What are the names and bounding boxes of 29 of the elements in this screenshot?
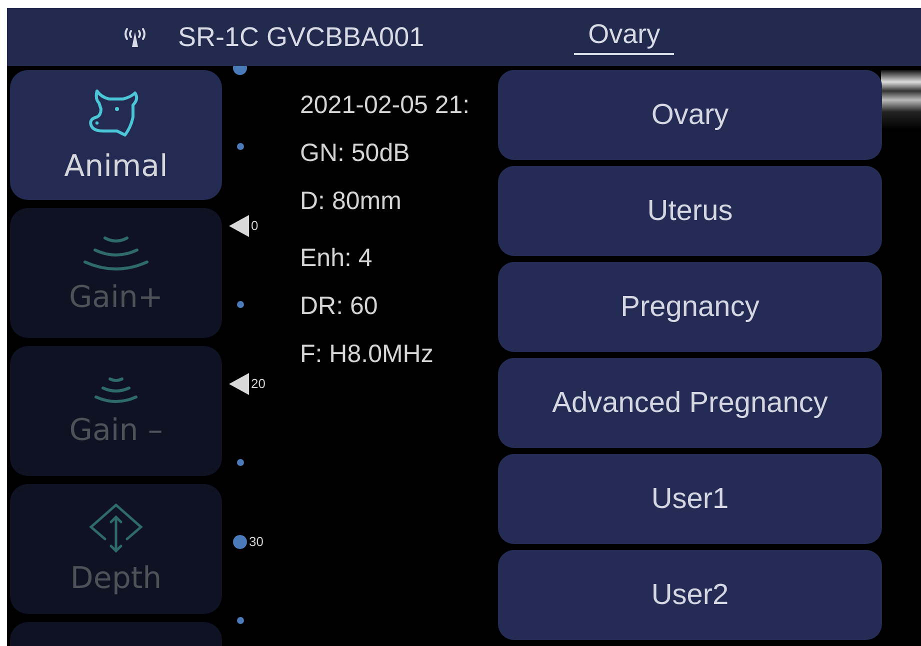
focus-marker-icon bbox=[229, 214, 249, 236]
depth-label: 30 bbox=[249, 534, 264, 549]
ultrasound-image bbox=[881, 70, 921, 130]
preset-menu-item[interactable]: Advanced Pregnancy bbox=[498, 358, 882, 448]
device-name: SR-1C GVCBBA001 bbox=[178, 22, 424, 52]
parameter-text: Enh: 4 bbox=[300, 243, 374, 274]
depth-label: 0 bbox=[251, 218, 258, 233]
parameter-text: GN: 50dB bbox=[300, 138, 411, 169]
scale-dot bbox=[237, 617, 244, 624]
waves-icon bbox=[93, 374, 139, 404]
antenna-signal-icon bbox=[122, 26, 148, 48]
parameter-text: F: H8.0MHz bbox=[300, 339, 434, 370]
animal-button[interactable]: Animal bbox=[10, 70, 222, 200]
focus-marker-icon bbox=[229, 372, 249, 394]
scale-dot bbox=[237, 301, 244, 308]
scale-dot bbox=[237, 143, 244, 150]
parameter-text: 2021-02-05 21: bbox=[300, 90, 470, 121]
parameter-text: D: 80mm bbox=[300, 186, 402, 217]
depth-label: 20 bbox=[251, 376, 266, 391]
preset-menu-item[interactable]: Pregnancy bbox=[498, 262, 882, 352]
preset-link[interactable]: Ovary bbox=[574, 19, 674, 55]
preset-menu-item[interactable]: User2 bbox=[498, 550, 882, 640]
scale-dot bbox=[237, 459, 244, 466]
parameter-text: DR: 60 bbox=[300, 291, 379, 322]
preset-menu-item[interactable]: Ovary bbox=[498, 70, 882, 160]
preset-menu-item[interactable]: Uterus bbox=[498, 166, 882, 256]
preset-menu-item[interactable]: User1 bbox=[498, 454, 882, 544]
depth-arrow-icon bbox=[89, 502, 143, 552]
scale-dot bbox=[233, 534, 247, 548]
